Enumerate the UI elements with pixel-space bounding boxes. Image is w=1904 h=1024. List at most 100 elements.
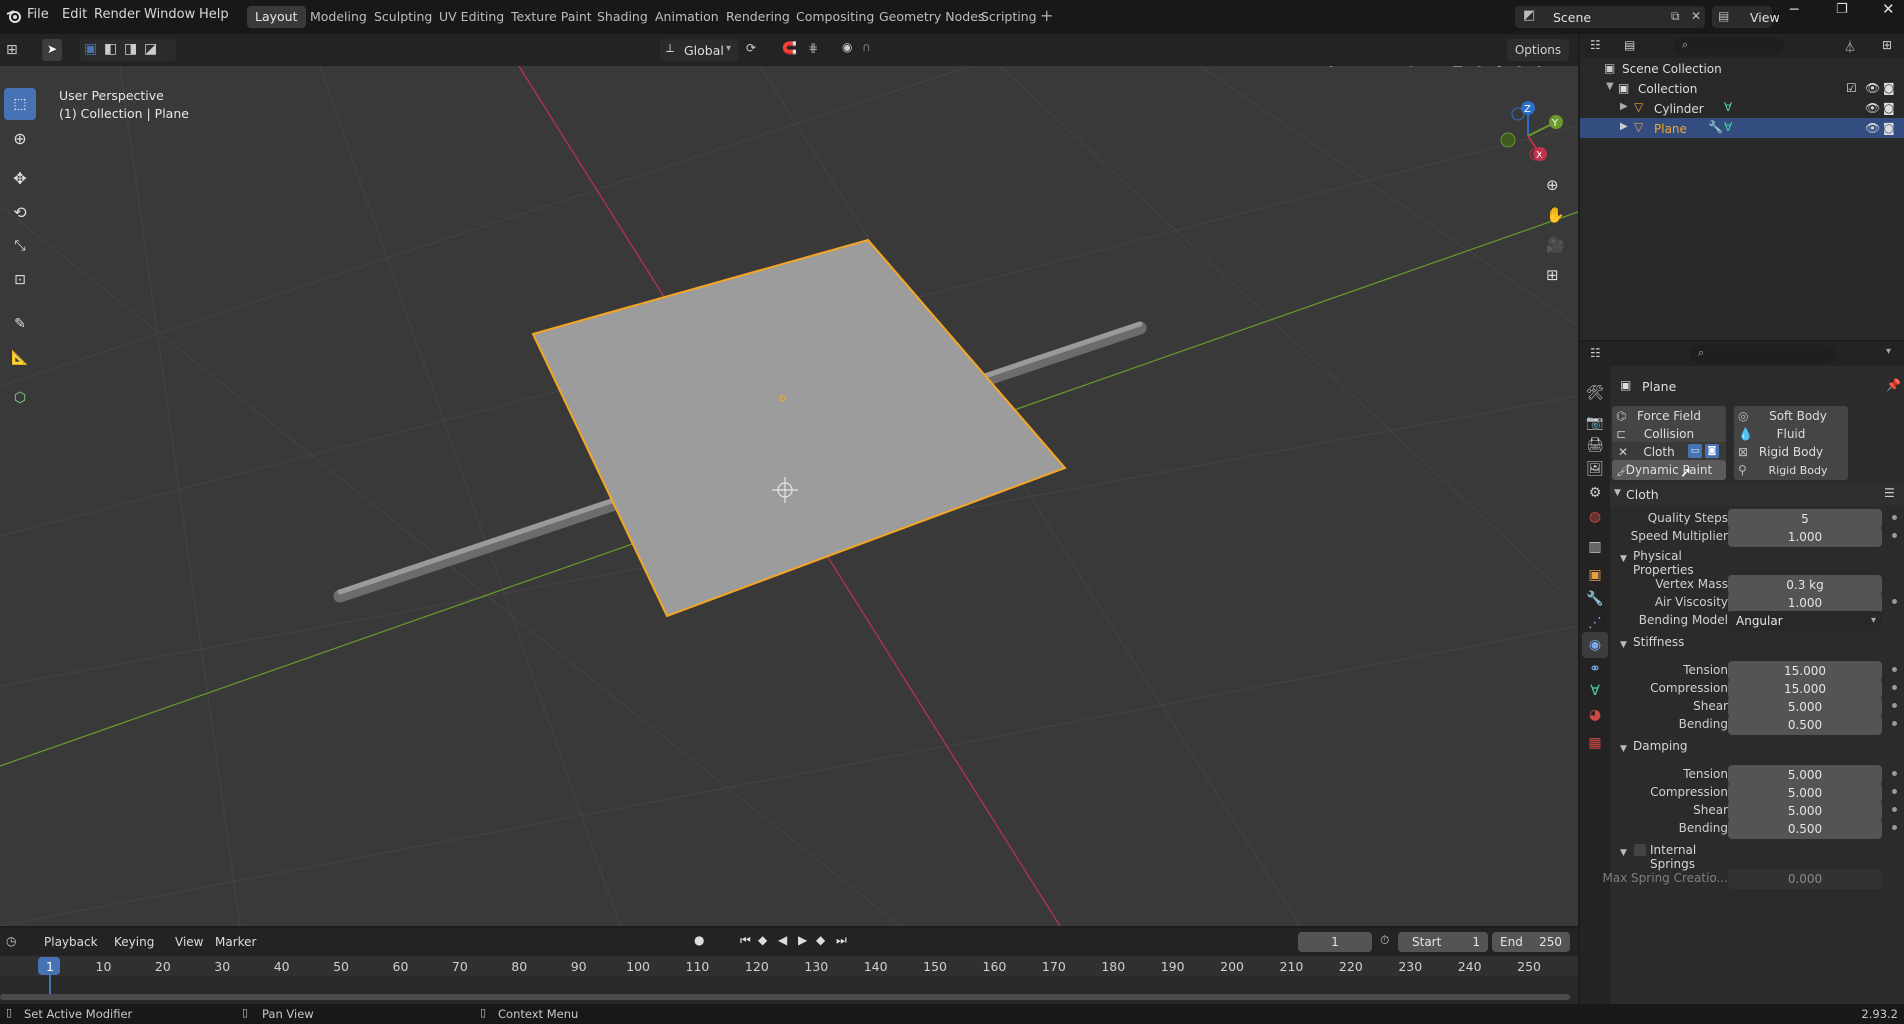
damping-header[interactable]: ▼ Damping bbox=[1620, 739, 1687, 754]
soft-body-button[interactable]: ◎ Soft Body bbox=[1734, 406, 1848, 426]
minimize-icon[interactable]: ─ bbox=[1790, 2, 1798, 18]
jump-start-icon[interactable]: ⏮ bbox=[740, 933, 751, 948]
keyframe-dot-icon[interactable] bbox=[1892, 703, 1897, 708]
keyframe-dot-icon[interactable] bbox=[1892, 515, 1897, 520]
stiffness-header[interactable]: ▼ Stiffness bbox=[1620, 635, 1684, 650]
damping-bending-field[interactable]: 0.500 bbox=[1728, 819, 1882, 839]
camera-icon[interactable]: ◙ bbox=[1883, 101, 1895, 115]
add-workspace-icon[interactable]: + bbox=[1040, 6, 1053, 25]
fluid-button[interactable]: 💧 Fluid bbox=[1734, 424, 1848, 444]
display-mode-icon[interactable]: ☷ bbox=[1590, 38, 1601, 52]
navigation-gizmo[interactable]: Z Y X bbox=[1488, 96, 1568, 176]
selection-mode-group[interactable]: ▣ ◧ ◨ ◪ bbox=[80, 39, 176, 61]
chevron-down-icon[interactable]: ▾ bbox=[1886, 346, 1891, 357]
output-tab-icon[interactable]: 🖨 bbox=[1582, 432, 1608, 458]
start-frame-field[interactable]: Start 1 bbox=[1398, 932, 1488, 952]
keyframe-dot-icon[interactable] bbox=[1892, 771, 1897, 776]
3d-viewport[interactable]: User Perspective (1) Collection | Plane … bbox=[0, 66, 1578, 926]
marker-menu[interactable]: Marker bbox=[215, 935, 256, 949]
eye-icon[interactable]: 👁 bbox=[1865, 101, 1880, 115]
editor-type-icon[interactable]: ☷ bbox=[1590, 346, 1601, 360]
jump-end-icon[interactable]: ⏭ bbox=[836, 933, 847, 948]
filter-icon[interactable]: ⏃ bbox=[1844, 38, 1856, 55]
move-tool-icon[interactable]: ✥ bbox=[4, 162, 36, 194]
keyframe-dot-icon[interactable] bbox=[1892, 789, 1897, 794]
bending-model-dropdown[interactable]: Angular ▾ bbox=[1728, 611, 1882, 631]
outliner-row[interactable]: ▼ ▣ Collection ☑ 👁 ◙ bbox=[1580, 78, 1904, 98]
cloth-panel-header[interactable]: ▼ Cloth ☰ bbox=[1610, 484, 1904, 506]
snap-target-icon[interactable]: ⋕ bbox=[808, 41, 818, 55]
keyframe-dot-icon[interactable] bbox=[1892, 825, 1897, 830]
snap-icon[interactable]: 🧲 bbox=[782, 41, 797, 55]
solid-shading-icon[interactable]: ● bbox=[1494, 66, 1504, 68]
max-spring-field[interactable]: 0.000 bbox=[1728, 869, 1882, 889]
scene-tab-icon[interactable]: ⚙ bbox=[1582, 480, 1608, 506]
keyframe-dot-icon[interactable] bbox=[1892, 599, 1897, 604]
select-subtract-icon[interactable]: ◨ bbox=[124, 41, 137, 57]
view-layer-tab-icon[interactable]: 🖼 bbox=[1582, 456, 1608, 482]
wrench-icon[interactable]: 🔧 bbox=[1708, 120, 1723, 134]
view-options-icon[interactable]: ▤ bbox=[1624, 38, 1635, 52]
end-frame-field[interactable]: End 250 bbox=[1492, 932, 1570, 952]
editor-type-icon[interactable]: ⊞ bbox=[6, 42, 18, 58]
dynamic-paint-button[interactable]: 🖌 Dynamic Paint bbox=[1612, 460, 1726, 480]
options-button[interactable]: Options bbox=[1507, 39, 1569, 61]
tab-uv-editing[interactable]: UV Editing bbox=[431, 6, 512, 28]
keyframe-dot-icon[interactable] bbox=[1892, 807, 1897, 812]
prev-keyframe-icon[interactable]: ◆ bbox=[758, 933, 767, 947]
timeline-area[interactable]: 1 10 20 30 40 50 60 70 80 90 100 110 120 130 140 150 160… bbox=[0, 956, 1578, 1004]
select-new-icon[interactable]: ▣ bbox=[84, 41, 97, 57]
menu-file[interactable]: File bbox=[27, 7, 49, 22]
menu-window[interactable]: Window bbox=[144, 7, 195, 22]
keying-menu[interactable]: Keying bbox=[114, 935, 154, 949]
select-extend-icon[interactable]: ◧ bbox=[104, 41, 117, 57]
physical-properties-header[interactable]: ▼ Physical Properties bbox=[1620, 549, 1694, 577]
mesh-data-icon[interactable]: ∀ bbox=[1724, 120, 1732, 134]
speed-multiplier-field[interactable]: 1.000 bbox=[1728, 527, 1882, 547]
cursor-tool-icon[interactable]: ⊕ bbox=[4, 122, 36, 154]
overlay-icon[interactable]: ◐ bbox=[1406, 66, 1416, 68]
show-viewport-icon[interactable]: ▭ bbox=[1688, 444, 1702, 458]
cloth-button[interactable]: ✕ Cloth ▭ ◙ bbox=[1612, 442, 1726, 462]
frame-ruler[interactable]: 1 10 20 30 40 50 60 70 80 90 100 110 120 130 140 150 160… bbox=[0, 956, 1578, 976]
transform-orientation-dropdown[interactable]: ⟂ Global ▾ bbox=[660, 39, 738, 61]
menu-edit[interactable]: Edit bbox=[62, 7, 87, 22]
record-icon[interactable]: ● bbox=[694, 933, 704, 947]
close-window-icon[interactable]: ✕ bbox=[1882, 0, 1895, 18]
falloff-icon[interactable]: ∩ bbox=[862, 40, 871, 54]
select-box-icon[interactable]: ➤ bbox=[42, 39, 62, 61]
mesh-data-icon[interactable]: ∀ bbox=[1724, 100, 1732, 114]
play-reverse-icon[interactable]: ◀ bbox=[778, 933, 787, 947]
pivot-point-icon[interactable]: ⟳ bbox=[746, 41, 756, 55]
playback-menu[interactable]: Playback bbox=[44, 935, 98, 949]
annotate-tool-icon[interactable]: ✎ bbox=[4, 308, 36, 340]
menu-help[interactable]: Help bbox=[199, 7, 229, 22]
blender-logo-icon[interactable] bbox=[6, 8, 22, 24]
tool-tab-icon[interactable]: 🛠 bbox=[1582, 380, 1608, 406]
collision-button[interactable]: ⊏ Collision bbox=[1612, 424, 1726, 444]
eye-icon[interactable]: 👁 bbox=[1865, 121, 1880, 135]
outliner-row[interactable]: ▣ Scene Collection bbox=[1580, 58, 1904, 78]
restore-icon[interactable]: ❐ bbox=[1836, 2, 1848, 17]
close-icon[interactable]: ✕ bbox=[1691, 9, 1701, 23]
rigid-body-constraint-button[interactable]: ⚲Rigid Body Constraint bbox=[1734, 460, 1848, 498]
expand-right-icon[interactable]: ▶ bbox=[1620, 121, 1628, 132]
rigid-body-button[interactable]: ⊠ Rigid Body bbox=[1734, 442, 1848, 462]
menu-render[interactable]: Render bbox=[94, 7, 140, 22]
outliner-row[interactable]: ▶ ▽ Cylinder ∀ 👁 ◙ bbox=[1580, 98, 1904, 118]
tab-layout[interactable]: Layout bbox=[247, 6, 306, 28]
keyframe-dot-icon[interactable] bbox=[1892, 667, 1897, 672]
wireframe-shading-icon[interactable]: ◎ bbox=[1474, 66, 1484, 68]
tab-sculpting[interactable]: Sculpting bbox=[366, 6, 440, 28]
tab-shading[interactable]: Shading bbox=[589, 6, 656, 28]
force-field-button[interactable]: ⌬ Force Field bbox=[1612, 406, 1726, 426]
tab-texture-paint[interactable]: Texture Paint bbox=[503, 6, 600, 28]
internal-springs-checkbox[interactable] bbox=[1634, 844, 1646, 856]
outliner-search-input[interactable]: ⌕ bbox=[1674, 37, 1784, 55]
camera-icon[interactable]: ◙ bbox=[1883, 81, 1895, 95]
xray-icon[interactable]: ▣ bbox=[1452, 66, 1463, 68]
ortho-grid-icon[interactable]: ⊞ bbox=[1546, 266, 1559, 284]
add-cube-tool-icon[interactable]: ⬡ bbox=[4, 382, 36, 414]
editor-type-icon[interactable]: ◷ bbox=[6, 934, 16, 948]
eye-icon[interactable]: 👁 bbox=[1865, 81, 1880, 95]
